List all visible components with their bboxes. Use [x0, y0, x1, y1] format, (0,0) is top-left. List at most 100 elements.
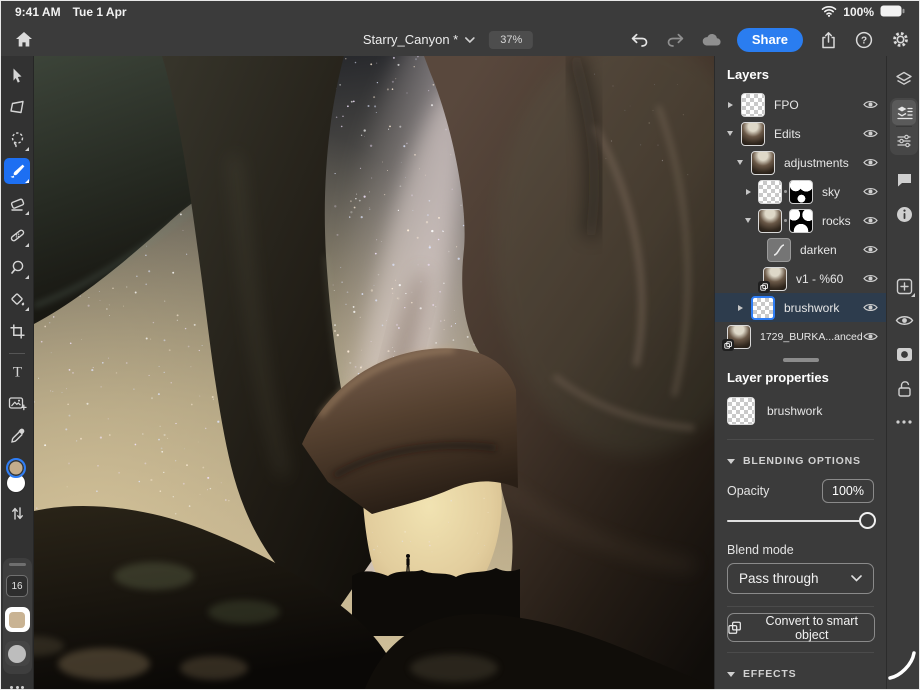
visibility-toggle[interactable] [862, 244, 878, 255]
visibility-toggle[interactable] [862, 302, 878, 313]
layer-row-rocks[interactable]: rocks [715, 206, 886, 235]
panel-resize-handle[interactable] [783, 358, 819, 362]
brush-settings-cluster: 16 [3, 558, 32, 674]
brush-size-field[interactable]: 16 [6, 575, 28, 597]
home-button[interactable] [11, 27, 37, 53]
svg-text:T: T [12, 364, 21, 380]
layer-row-darken[interactable]: darken [715, 235, 886, 264]
swap-colors-icon [10, 506, 25, 521]
unlock-icon [897, 380, 912, 397]
zoom-level-badge[interactable]: 37% [489, 31, 533, 49]
expand-arrow[interactable] [746, 189, 751, 195]
layer-row-edits[interactable]: Edits [715, 119, 886, 148]
settings-button[interactable] [889, 28, 911, 52]
layer-row-1729[interactable]: 1729_BURKA...anced-NR33 [715, 322, 886, 351]
lasso-tool-icon [9, 131, 26, 148]
layer-thumbnail [751, 151, 775, 175]
layer-name: darken [800, 243, 862, 257]
layer-row-fpo[interactable]: FPO [715, 90, 886, 119]
battery-percent: 100% [843, 5, 874, 19]
type-tool-icon: T [9, 363, 26, 380]
layers-panel-button[interactable] [891, 66, 917, 92]
collapse-arrow[interactable] [727, 131, 733, 136]
blending-options-header[interactable]: BLENDING OPTIONS [715, 446, 886, 469]
layer-name: Edits [774, 127, 862, 141]
swap-colors[interactable] [4, 500, 30, 526]
collapse-arrow[interactable] [745, 218, 751, 223]
chevron-down-icon [851, 575, 862, 582]
type-tool[interactable]: T [4, 358, 30, 384]
more-options-button[interactable] [891, 409, 917, 435]
place-photo-tool[interactable] [4, 390, 30, 416]
mask-icon [896, 347, 913, 362]
share-button[interactable]: Share [737, 28, 803, 52]
effects-header[interactable]: EFFECTS [715, 659, 886, 682]
svg-text:?: ? [861, 35, 867, 46]
layer-row-v1[interactable]: v1 - %60 [715, 264, 886, 293]
convert-smart-object-button[interactable]: Convert to smart object [727, 613, 875, 642]
brush-color-swatch[interactable] [5, 607, 30, 632]
redo-button[interactable] [665, 28, 687, 52]
brush-color-fill [9, 612, 25, 628]
smart-object-badge [758, 281, 770, 293]
healing-brush-tool[interactable] [4, 222, 30, 248]
eyedropper-icon [9, 427, 26, 444]
layer-lock-button[interactable] [891, 375, 917, 401]
layer-properties-panel-button[interactable] [892, 100, 916, 125]
layer-row-brushwork-selected[interactable]: brushwork [715, 293, 886, 322]
opacity-value-field[interactable]: 100% [822, 479, 874, 503]
adjustments-sliders-icon [896, 133, 912, 149]
corner-gesture-swoosh[interactable] [886, 649, 918, 686]
add-layer-icon [896, 278, 913, 295]
visibility-toggle[interactable] [862, 273, 878, 284]
more-tools-button[interactable] [10, 686, 24, 689]
selected-layer-name: brushwork [767, 404, 822, 418]
divider [896, 126, 912, 127]
visibility-toggle[interactable] [862, 215, 878, 226]
expand-arrow[interactable] [728, 102, 733, 108]
brush-tool[interactable] [4, 158, 30, 184]
brush-preview[interactable] [5, 641, 30, 666]
eyedropper-tool[interactable] [4, 422, 30, 448]
expand-arrow[interactable] [738, 305, 743, 311]
transform-tool[interactable] [4, 94, 30, 120]
submenu-indicator [911, 293, 915, 297]
slider-track[interactable] [727, 520, 874, 522]
lasso-select-tool[interactable] [4, 126, 30, 152]
layer-row-sky[interactable]: sky [715, 177, 886, 206]
canvas[interactable] [34, 56, 714, 690]
slider-knob[interactable] [859, 512, 876, 529]
visibility-toggle[interactable] [862, 99, 878, 110]
cluster-drag-handle[interactable] [9, 563, 26, 566]
visibility-toggle[interactable] [862, 331, 878, 342]
collapse-arrow[interactable] [737, 160, 743, 165]
opacity-slider[interactable] [727, 511, 874, 531]
blend-mode-select[interactable]: Pass through [727, 563, 874, 594]
visibility-toggle[interactable] [862, 186, 878, 197]
layer-mask-button[interactable] [891, 341, 917, 367]
info-button[interactable] [891, 201, 917, 227]
color-wells[interactable] [4, 458, 30, 494]
adjustments-panel-button[interactable] [892, 128, 916, 153]
visibility-toggle[interactable] [862, 157, 878, 168]
cloud-sync-button[interactable] [701, 28, 723, 52]
eraser-tool[interactable] [4, 190, 30, 216]
add-layer-button[interactable] [891, 273, 917, 299]
foreground-color-swatch[interactable] [6, 458, 26, 478]
smart-object-icon [728, 621, 741, 635]
magnifier-tool[interactable] [4, 254, 30, 280]
move-tool[interactable] [4, 62, 30, 88]
chevron-down-icon [465, 37, 475, 43]
crop-tool[interactable] [4, 318, 30, 344]
layer-row-adjustments[interactable]: adjustments [715, 148, 886, 177]
export-button[interactable] [817, 28, 839, 52]
layer-visibility-button[interactable] [891, 307, 917, 333]
undo-button[interactable] [629, 28, 651, 52]
visibility-toggle[interactable] [862, 128, 878, 139]
comments-button[interactable] [891, 167, 917, 193]
help-button[interactable]: ? [853, 28, 875, 52]
fill-tool[interactable] [4, 286, 30, 312]
eraser-tool-icon [9, 195, 26, 212]
document-title-dropdown[interactable]: Starry_Canyon * [363, 32, 475, 47]
document-title: Starry_Canyon * [363, 32, 458, 47]
